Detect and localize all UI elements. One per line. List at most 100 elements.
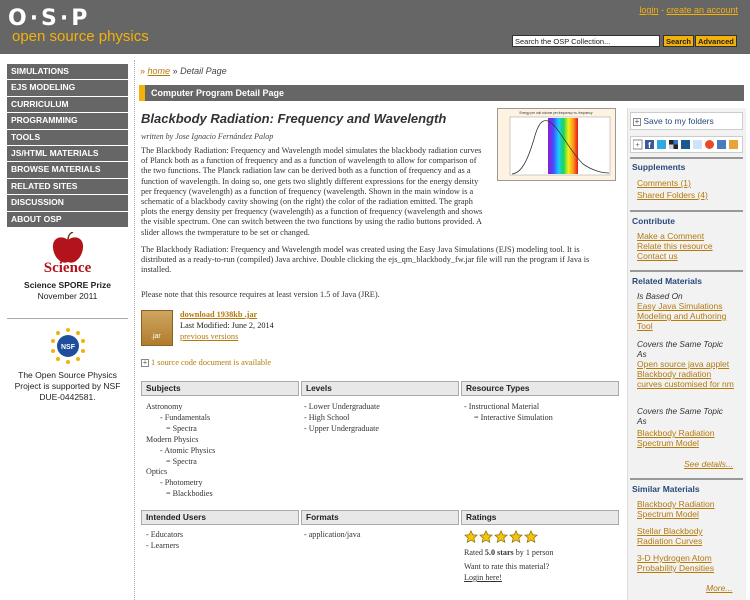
nav-ejs-modeling[interactable]: EJS MODELING bbox=[7, 80, 128, 97]
user-item: - Educators bbox=[146, 530, 184, 539]
nav-browse-materials[interactable]: BROWSE MATERIALS bbox=[7, 162, 128, 179]
last-modified: Last Modified: June 2, 2014 bbox=[180, 321, 274, 330]
osp-logo-text[interactable]: open source physics bbox=[12, 28, 149, 45]
covers-topic-label: Covers the Same Topic As bbox=[637, 406, 723, 426]
search-button[interactable]: Search bbox=[663, 35, 695, 47]
related-materials-heading: Related Materials bbox=[632, 276, 702, 286]
nsf-block[interactable]: NSF The Open Source Physics Project is s… bbox=[7, 326, 128, 403]
intended-users-list: - Educators - Learners bbox=[146, 530, 183, 552]
resource-type-item: - Instructional Material bbox=[464, 402, 540, 411]
is-based-on-label: Is Based On bbox=[637, 291, 683, 301]
star-icon bbox=[494, 530, 508, 543]
shared-folders-link[interactable]: Shared Folders (4) bbox=[637, 190, 708, 200]
resource-type-item: = Interactive Simulation bbox=[474, 412, 553, 422]
digg-icon bbox=[681, 140, 690, 149]
subject-item: Astronomy bbox=[146, 402, 183, 411]
resource-title: Blackbody Radiation: Frequency and Wavel… bbox=[141, 111, 447, 126]
resource-java-note: Please note that this resource requires … bbox=[141, 290, 380, 299]
more-link[interactable]: More... bbox=[706, 583, 732, 593]
source-code-text: 1 source code document is available bbox=[151, 358, 272, 367]
covers-topic-label: Covers the Same Topic As bbox=[637, 339, 723, 359]
svg-text:+: + bbox=[635, 142, 639, 149]
resource-types-header: Resource Types bbox=[461, 381, 619, 396]
content-divider bbox=[134, 60, 135, 600]
covers-topic-link[interactable]: Open source java applet Blackbody radiat… bbox=[637, 359, 737, 389]
nav-curriculum[interactable]: CURRICULUM bbox=[7, 96, 128, 114]
breadcrumb-arrow: » bbox=[140, 66, 146, 76]
nav-discussion[interactable]: DISCUSSION bbox=[7, 195, 128, 212]
left-navigation: SIMULATIONS EJS MODELING CURRICULUM PROG… bbox=[7, 64, 128, 402]
login-link[interactable]: login bbox=[639, 5, 658, 15]
spore-prize-title: Science SPORE Prize bbox=[24, 280, 111, 290]
rating-stars bbox=[464, 530, 539, 546]
spore-prize-block[interactable]: Science Science SPORE Prize November 201… bbox=[7, 231, 128, 301]
similar-link[interactable]: Blackbody Radiation Spectrum Model bbox=[637, 499, 737, 519]
star-icon bbox=[464, 530, 478, 543]
levels-list: - Lower Undergraduate - High School - Up… bbox=[304, 402, 380, 435]
subject-item: - Atomic Physics bbox=[160, 445, 216, 455]
email-icon bbox=[729, 140, 738, 149]
see-details-link[interactable]: See details... bbox=[684, 459, 733, 469]
create-account-link[interactable]: create an account bbox=[666, 5, 738, 15]
rated-stars: 5.0 stars bbox=[484, 548, 514, 557]
rated-text: Rated 5.0 stars by 1 person bbox=[464, 548, 553, 559]
expand-icon[interactable]: + bbox=[141, 359, 149, 367]
thumbnail-caption: Energy per unit volume per frequency vs.… bbox=[520, 111, 593, 115]
save-to-folders[interactable]: + Save to my folders bbox=[633, 116, 714, 126]
relate-resource-link[interactable]: Relate this resource bbox=[637, 241, 713, 251]
spore-prize-date: November 2011 bbox=[37, 291, 98, 301]
level-item: - Lower Undergraduate bbox=[304, 402, 380, 411]
subject-item: - Photometry bbox=[160, 478, 203, 488]
resource-description-part: The Blackbody Radiation: Frequency and W… bbox=[141, 146, 487, 238]
star-icon bbox=[524, 530, 538, 543]
star-icon bbox=[479, 530, 493, 543]
rated-pre: Rated bbox=[464, 548, 485, 557]
covers-topic-link-2[interactable]: Blackbody Radiation Spectrum Model bbox=[637, 428, 737, 448]
sidebar-separator bbox=[630, 478, 743, 480]
subject-item: = Spectra bbox=[166, 456, 197, 466]
google-icon bbox=[717, 140, 726, 149]
reddit-icon bbox=[693, 140, 702, 149]
subject-item: Optics bbox=[146, 467, 168, 477]
nav-simulations[interactable]: SIMULATIONS bbox=[7, 64, 128, 81]
jar-icon-label: .jar bbox=[151, 333, 161, 340]
nav-tools[interactable]: TOOLS bbox=[7, 129, 128, 146]
make-comment-link[interactable]: Make a Comment bbox=[637, 231, 704, 241]
subject-item: - Fundamentals bbox=[160, 412, 211, 422]
nav-divider bbox=[7, 318, 128, 319]
contact-us-link[interactable]: Contact us bbox=[637, 251, 678, 261]
site-header: O·S·P open source physics login - create… bbox=[0, 0, 750, 54]
nav-related-sites[interactable]: RELATED SITES bbox=[7, 178, 128, 196]
previous-versions-link[interactable]: previous versions bbox=[180, 332, 238, 341]
resource-ejs-note: The Blackbody Radiation: Frequency and W… bbox=[141, 245, 590, 275]
twitter-icon bbox=[657, 140, 666, 149]
search-input[interactable]: Search the OSP Collection... bbox=[512, 35, 660, 47]
jar-file-icon[interactable]: .jar bbox=[141, 310, 173, 346]
account-links: login - create an account bbox=[639, 5, 738, 15]
nav-about-osp[interactable]: ABOUT OSP bbox=[7, 211, 128, 228]
similar-link[interactable]: Stellar Blackbody Radiation Curves bbox=[637, 526, 737, 546]
science-apple-icon bbox=[48, 231, 88, 266]
breadcrumb-home[interactable]: home bbox=[148, 66, 171, 76]
save-to-folders-label: Save to my folders bbox=[643, 116, 714, 126]
contribute-heading: Contribute bbox=[632, 216, 675, 226]
comments-link[interactable]: Comments (1) bbox=[637, 178, 691, 188]
sidebar-separator bbox=[630, 157, 743, 159]
sidebar-separator bbox=[630, 210, 743, 212]
resource-types-list: - Instructional Material = Interactive S… bbox=[464, 402, 553, 424]
advanced-search-button[interactable]: Advanced bbox=[695, 35, 737, 47]
breadcrumb-arrow: » bbox=[172, 66, 178, 76]
source-code-toggle[interactable]: +1 source code document is available bbox=[141, 358, 271, 367]
based-on-link[interactable]: Easy Java Simulations Modeling and Autho… bbox=[637, 301, 742, 331]
nav-programming[interactable]: PROGRAMMING bbox=[7, 113, 128, 130]
login-here-link[interactable]: Login here! bbox=[464, 573, 502, 584]
want-rate-text: Want to rate this material? bbox=[464, 562, 550, 571]
similar-link[interactable]: 3-D Hydrogen Atom Probability Densities bbox=[637, 553, 737, 573]
simulation-thumbnail[interactable]: Energy per unit volume per frequency vs.… bbox=[497, 108, 616, 181]
rated-post: by 1 person bbox=[513, 548, 554, 557]
supplements-heading: Supplements bbox=[632, 162, 686, 172]
nav-js-html-materials[interactable]: JS/HTML MATERIALS bbox=[7, 145, 128, 163]
download-link[interactable]: download 1938kb .jar bbox=[180, 310, 257, 319]
level-item: - Upper Undergraduate bbox=[304, 423, 379, 433]
formats-header: Formats bbox=[301, 510, 459, 525]
